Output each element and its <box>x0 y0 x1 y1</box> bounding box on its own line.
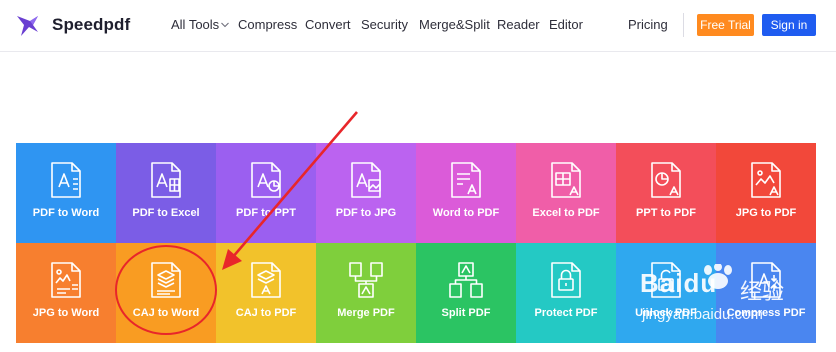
header-divider <box>683 13 684 37</box>
baidu-watermark: Baidu 经验 jingyan.baidu.com <box>640 258 836 348</box>
tool-tile-pdf-to-jpg[interactable]: PDF to JPG <box>316 143 416 243</box>
tool-tile-ppt-to-pdf[interactable]: PPT to PDF <box>616 143 716 243</box>
tool-label: Split PDF <box>441 307 491 319</box>
nav-compress[interactable]: Compress <box>238 17 297 32</box>
tool-tile-protect-pdf[interactable]: Protect PDF <box>516 243 616 343</box>
tool-label: Protect PDF <box>534 307 598 319</box>
tool-tile-word-to-pdf[interactable]: Word to PDF <box>416 143 516 243</box>
tool-label: Merge PDF <box>337 307 395 319</box>
tool-tile-merge-pdf[interactable]: Merge PDF <box>316 243 416 343</box>
tool-label: CAJ to Word <box>132 307 200 319</box>
nav-pricing[interactable]: Pricing <box>628 17 668 32</box>
excel-pdf-icon <box>516 143 616 203</box>
tool-tile-excel-to-pdf[interactable]: Excel to PDF <box>516 143 616 243</box>
watermark-url: jingyan.baidu.com <box>642 306 763 323</box>
tool-label: Word to PDF <box>432 207 500 219</box>
pdf-excel-icon <box>116 143 216 203</box>
top-navbar: Speedpdf All Tools Compress Convert Secu… <box>0 0 836 52</box>
jpg-pdf-icon <box>716 143 816 203</box>
tool-tile-pdf-to-excel[interactable]: PDF to Excel <box>116 143 216 243</box>
tool-label: Excel to PDF <box>532 207 600 219</box>
pdf-doc-icon <box>16 143 116 203</box>
tool-label: JPG to PDF <box>735 207 797 219</box>
nav-convert[interactable]: Convert <box>305 17 351 32</box>
caj-word-icon <box>116 243 216 303</box>
pdf-ppt-icon <box>216 143 316 203</box>
pdf-jpg-icon <box>316 143 416 203</box>
tool-label: CAJ to PDF <box>235 307 297 319</box>
tool-tile-jpg-to-pdf[interactable]: JPG to PDF <box>716 143 816 243</box>
tool-tile-pdf-to-word[interactable]: PDF to Word <box>16 143 116 243</box>
tool-tile-jpg-to-word[interactable]: JPG to Word <box>16 243 116 343</box>
chevron-down-icon <box>221 22 230 28</box>
tool-tile-pdf-to-ppt[interactable]: PDF to PPT <box>216 143 316 243</box>
nav-all-tools[interactable]: All Tools <box>171 17 230 32</box>
jpg-word-icon <box>16 243 116 303</box>
brand-logo[interactable]: Speedpdf <box>16 12 130 38</box>
caj-pdf-icon <box>216 243 316 303</box>
tool-tile-split-pdf[interactable]: Split PDF <box>416 243 516 343</box>
nav-all-tools-label: All Tools <box>171 17 220 32</box>
tool-label: PDF to PPT <box>236 207 296 219</box>
nav-editor[interactable]: Editor <box>549 17 583 32</box>
lock-icon <box>516 243 616 303</box>
ppt-pdf-icon <box>616 143 716 203</box>
tool-label: JPG to Word <box>32 307 100 319</box>
tool-label: PDF to JPG <box>335 207 397 219</box>
split-icon <box>416 243 516 303</box>
merge-icon <box>316 243 416 303</box>
tool-label: PDF to Excel <box>132 207 200 219</box>
tool-tile-caj-to-pdf[interactable]: CAJ to PDF <box>216 243 316 343</box>
nav-merge-split[interactable]: Merge&Split <box>419 17 490 32</box>
doc-pdf-icon <box>416 143 516 203</box>
watermark-brand: Baidu <box>640 268 718 298</box>
free-trial-button[interactable]: Free Trial <box>697 14 754 36</box>
tool-label: PDF to Word <box>32 207 100 219</box>
watermark-cn: 经验 <box>740 279 785 304</box>
bird-logo-icon <box>16 12 40 38</box>
tool-label: PPT to PDF <box>636 207 696 219</box>
nav-security[interactable]: Security <box>361 17 408 32</box>
brand-name: Speedpdf <box>52 15 131 34</box>
sign-in-button[interactable]: Sign in <box>762 14 816 36</box>
tool-tile-caj-to-word[interactable]: CAJ to Word <box>116 243 216 343</box>
nav-reader[interactable]: Reader <box>497 17 540 32</box>
